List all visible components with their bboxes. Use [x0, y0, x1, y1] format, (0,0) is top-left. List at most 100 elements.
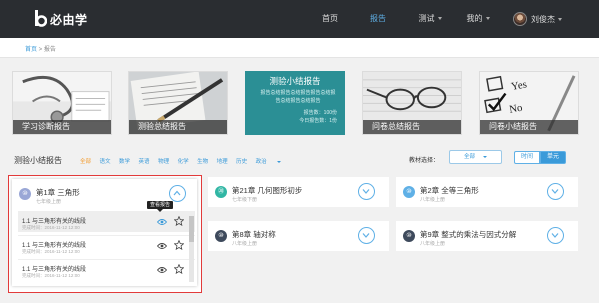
nav-report-label: 报告: [370, 14, 386, 23]
report-card-test-brief[interactable]: 测验小结报告 报告总结报告总结报告报告总结报告总结报告总结报告 报告数：100份…: [245, 71, 345, 135]
subject-filter-item[interactable]: 历史: [236, 157, 247, 165]
chevron-down-icon: [551, 189, 559, 194]
report-card-label: 测验总结报告: [129, 120, 227, 134]
chevron-down-icon: [277, 160, 282, 163]
chevron-up-icon: [173, 190, 181, 196]
chevron-down-icon: [362, 233, 370, 238]
report-card-label: 测验小结报告: [269, 76, 321, 86]
subject-filter-item[interactable]: 数学: [119, 157, 130, 165]
textbook-select[interactable]: 全部: [449, 150, 502, 164]
lesson-time: 完成时间：2016-11-12 12:00: [22, 249, 80, 254]
report-card-test-summary[interactable]: 测验总结报告: [128, 71, 228, 135]
breadcrumb-home[interactable]: 首页: [25, 47, 37, 53]
lesson-title: 1.1 与三角形有关的线段: [22, 219, 87, 225]
star-icon[interactable]: [174, 216, 184, 226]
toggle-by-unit[interactable]: 单元: [540, 151, 566, 164]
nav-test[interactable]: 测试: [410, 0, 450, 38]
nav-home[interactable]: 首页: [312, 0, 348, 38]
chevron-down-icon: [485, 17, 490, 21]
chapter-grade: 八年级上册: [420, 241, 446, 247]
today-report-count: 今日报告数：1份: [299, 117, 337, 124]
report-card-label: 问卷总结报告: [363, 120, 461, 134]
subject-filter-more[interactable]: 政治: [256, 157, 290, 165]
subject-filter-item[interactable]: 生物: [197, 157, 208, 165]
user-name: 刘俊杰: [531, 14, 555, 24]
expand-button[interactable]: [547, 227, 564, 244]
chapter-card-expanded: ⑩ 第1章 三角形 七年级上册 1.1 与三角形有关的线段 完成时间：2016-…: [12, 179, 197, 286]
lesson-time: 完成时间：2016-11-12 12:00: [22, 225, 80, 230]
chapter-number-badge: ⑩: [19, 188, 31, 200]
lesson-title: 1.1 与三角形有关的线段: [22, 267, 87, 273]
subject-filter-item[interactable]: 地理: [217, 157, 228, 165]
eye-icon[interactable]: [157, 218, 167, 226]
chapter-grade: 七年级上册: [36, 199, 62, 205]
chevron-down-icon: [558, 17, 562, 21]
svg-text:No: No: [508, 102, 523, 116]
chevron-down-icon: [362, 189, 370, 194]
report-count: 报告数：100份: [303, 110, 337, 116]
textbook-select-value: 全部: [463, 154, 475, 160]
star-icon[interactable]: [174, 240, 184, 250]
logo-text: 必由学: [50, 12, 88, 27]
report-card-label: 学习诊断报告: [13, 120, 111, 134]
avatar: [513, 12, 527, 26]
chapter-grade: 七年级下册: [232, 197, 258, 203]
report-card-survey-summary[interactable]: 问卷总结报告: [362, 71, 462, 135]
subject-filter-item[interactable]: 语文: [100, 157, 111, 165]
star-icon[interactable]: [174, 264, 184, 274]
eye-icon[interactable]: [157, 266, 167, 274]
tooltip: 查看报告: [147, 201, 174, 212]
chapter-title: 第9章 整式的乘法与因式分解: [420, 230, 517, 239]
lesson-time: 完成时间：2016-11-12 12:00: [22, 273, 80, 278]
chapter-card[interactable]: ⑩ 第8章 轴对称 八年级上册: [208, 221, 389, 251]
chapter-title: 第8章 轴对称: [232, 230, 276, 239]
expand-button[interactable]: [358, 227, 375, 244]
report-card-diagnosis[interactable]: 学习诊断报告: [12, 71, 112, 135]
user-menu[interactable]: 刘俊杰: [513, 9, 562, 29]
collapse-button[interactable]: [169, 185, 186, 202]
chapter-card[interactable]: ⑩ 第2章 全等三角形 八年级上册: [396, 177, 578, 207]
chapter-grade: 八年级上册: [420, 197, 446, 203]
chevron-down-icon: [551, 233, 559, 238]
lesson-row[interactable]: 1.1 与三角形有关的线段 完成时间：2016-11-12 12:00: [18, 259, 195, 280]
highlight-frame: ⑩ 第1章 三角形 七年级上册 1.1 与三角形有关的线段 完成时间：2016-…: [8, 175, 202, 293]
lesson-row[interactable]: 1.1 与三角形有关的线段 完成时间：2016-11-12 12:00: [18, 235, 195, 256]
toggle-by-time[interactable]: 时间: [514, 151, 540, 164]
eye-icon[interactable]: [157, 242, 167, 250]
expand-button[interactable]: [358, 183, 375, 200]
report-card-label: 问卷小结报告: [480, 120, 578, 134]
report-card-description: 报告总结报告总结报告报告总结报告总结报告总结报告: [260, 90, 336, 104]
nav-mine[interactable]: 我的: [458, 0, 498, 38]
breadcrumb-bar: 首页 > 报告: [0, 38, 599, 58]
chevron-down-icon: [437, 17, 442, 21]
scrollbar[interactable]: [189, 216, 194, 282]
nav-report[interactable]: 报告: [360, 0, 396, 38]
app-logo[interactable]: 必由学: [34, 9, 88, 29]
chapter-card[interactable]: ⑳ 第21章 几何图形初步 七年级下册: [208, 177, 389, 207]
subject-filter-item[interactable]: 化学: [178, 157, 189, 165]
expand-button[interactable]: [547, 183, 564, 200]
chapter-title: 第21章 几何图形初步: [232, 186, 303, 195]
lesson-title: 1.1 与三角形有关的线段: [22, 243, 87, 249]
chapter-title: 第1章 三角形: [36, 188, 80, 197]
textbook-label: 教材选择：: [409, 158, 440, 164]
breadcrumb-separator: >: [37, 47, 44, 53]
chapter-number-badge: ⑩: [403, 230, 415, 242]
nav-mine-label: 我的: [466, 14, 483, 23]
breadcrumb: 首页 > 报告: [25, 44, 56, 53]
nav-home-label: 首页: [322, 14, 338, 23]
nav-test-label: 测试: [418, 14, 435, 23]
subject-filter-item[interactable]: 全部: [80, 157, 91, 165]
top-nav-bar: 必由学 首页 报告 测试 我的 刘俊杰: [0, 0, 599, 38]
lesson-row[interactable]: 1.1 与三角形有关的线段 完成时间：2016-11-12 12:00: [18, 211, 195, 232]
logo-icon: [34, 10, 47, 28]
chapter-card[interactable]: ⑩ 第9章 整式的乘法与因式分解 八年级上册: [396, 221, 578, 251]
subject-filter-item[interactable]: 英语: [139, 157, 150, 165]
chapter-grade: 八年级上册: [232, 241, 258, 247]
subject-filter-item[interactable]: 物理: [158, 157, 169, 165]
report-card-survey-brief[interactable]: Yes No 问卷小结报告: [479, 71, 579, 135]
scrollbar-thumb[interactable]: [189, 216, 194, 242]
chapter-number-badge: ⑳: [215, 186, 227, 198]
chapter-title: 第2章 全等三角形: [420, 186, 479, 195]
subject-filter: 全部 语文 数学 英语 物理 化学 生物 地理 历史 政治: [80, 157, 298, 165]
